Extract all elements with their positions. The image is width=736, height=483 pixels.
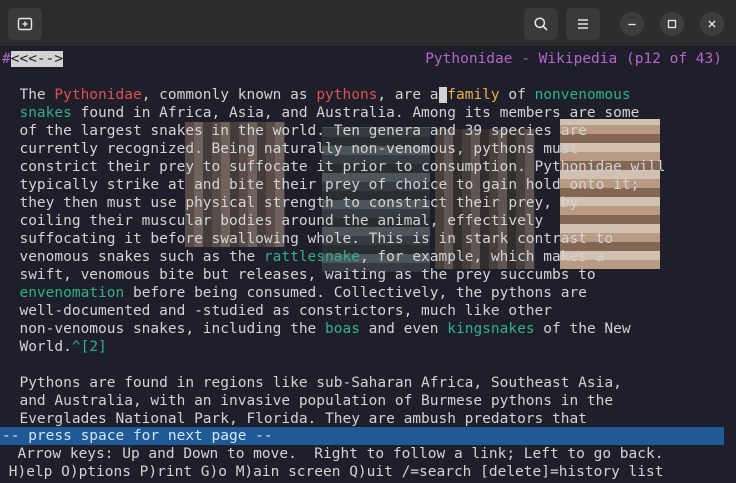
text-line: non-venomous snakes, including the boas … — [2, 320, 631, 338]
text-span: World. — [19, 339, 72, 355]
text-line: venomous snakes such as the rattlesnake,… — [2, 248, 604, 266]
text-span: they then must use physical strength to … — [19, 195, 579, 211]
new-tab-icon — [17, 17, 33, 31]
text-span: swift, venomous bite but releases, waiti… — [19, 267, 596, 283]
text-span: of the largest snakes in the world. Ten … — [19, 123, 587, 139]
text-line: envenomation before being consumed. Coll… — [2, 284, 587, 302]
terminal-cursor — [438, 87, 448, 103]
text-line: Everglades National Park, Florida. They … — [2, 410, 587, 428]
link-kingsnakes[interactable]: kingsnakes — [447, 321, 534, 337]
link-nonvenomous[interactable]: nonvenomous — [535, 87, 631, 103]
text-span: constrict their prey to suffocate it pri… — [19, 159, 666, 175]
text-line: well-documented and -studied as constric… — [2, 302, 552, 320]
link-family[interactable]: family — [447, 87, 499, 103]
text-line: typically strike at and bite their prey … — [2, 176, 639, 194]
search-icon — [534, 17, 548, 31]
menu-button[interactable] — [566, 8, 600, 40]
text-span: of — [499, 87, 535, 103]
link-envenomation[interactable]: envenomation — [19, 285, 124, 301]
text-span: of the New — [534, 321, 631, 337]
text-span: currently recognized. Being naturally no… — [19, 141, 579, 157]
hamburger-menu-icon — [578, 19, 588, 29]
text-span: coiling their muscular bodies around the… — [19, 213, 544, 229]
text-span: well-documented and -studied as constric… — [19, 303, 552, 319]
maximize-icon — [667, 19, 677, 29]
text-span: before being consumed. Collectively, the… — [124, 285, 587, 301]
nav-marker: #<<<--> — [2, 50, 64, 68]
text-span: Everglades National Park, Florida. They … — [19, 411, 587, 427]
text-span: , commonly known as — [141, 87, 317, 103]
text-span: Pythons are found in regions like sub-Sa… — [19, 375, 622, 391]
link-snakes[interactable]: snakes — [19, 105, 71, 121]
link-boas[interactable]: boas — [325, 321, 360, 337]
text-span: suffocating it before swallowing whole. … — [19, 231, 614, 247]
text-span: found in Africa, Asia, and Australia. Am… — [71, 105, 640, 121]
text-line: constrict their prey to suffocate it pri… — [2, 158, 665, 176]
page-title: Pythonidae - Wikipedia (p12 of 43) — [425, 51, 722, 67]
nav-marker-box: <<<--> — [10, 51, 64, 67]
help-line-1: Arrow keys: Up and Down to move. Right t… — [0, 446, 664, 462]
link-rattlesnake[interactable]: rattlesnake — [264, 249, 360, 265]
minimize-button[interactable] — [620, 12, 644, 36]
text-line: snakes found in Africa, Asia, and Austra… — [2, 104, 639, 122]
link-reference-2[interactable]: ^[2] — [72, 339, 107, 355]
window-headerbar — [0, 0, 736, 47]
maximize-button[interactable] — [660, 12, 684, 36]
text-line: currently recognized. Being naturally no… — [2, 140, 578, 158]
text-span: , for example, which makes a — [359, 249, 605, 265]
text-span: and Australia, with an invasive populati… — [19, 393, 614, 409]
new-tab-button[interactable] — [8, 8, 42, 40]
text-line: The Pythonidae, commonly known as python… — [2, 86, 631, 104]
text-span: The — [19, 87, 55, 103]
text-line: they then must use physical strength to … — [2, 194, 578, 212]
text-line: of the largest snakes in the world. Ten … — [2, 122, 587, 140]
help-line-2: H)elp O)ptions P)rint G)o M)ain screen Q… — [0, 464, 664, 480]
search-button[interactable] — [524, 8, 558, 40]
terminal-content[interactable]: #<<<--> Pythonidae - Wikipedia (p12 of 4… — [0, 47, 736, 483]
terminal-window: #<<<--> Pythonidae - Wikipedia (p12 of 4… — [0, 0, 736, 483]
text-line: swift, venomous bite but releases, waiti… — [2, 266, 596, 284]
close-button[interactable] — [700, 12, 724, 36]
text-span: venomous snakes such as the — [19, 249, 264, 265]
text-span: typically strike at and bite their prey … — [19, 177, 640, 193]
text-line: and Australia, with an invasive populati… — [2, 392, 613, 410]
text-span: , are a — [377, 87, 439, 103]
minimize-icon — [628, 23, 636, 26]
text-line: World.^[2] — [2, 338, 107, 356]
text-span: non-venomous snakes, including the — [19, 321, 326, 337]
close-icon — [708, 20, 716, 28]
text-line: coiling their muscular bodies around the… — [2, 212, 543, 230]
link-pythonidae[interactable]: Pythonidae — [54, 87, 141, 103]
text-line: suffocating it before swallowing whole. … — [2, 230, 613, 248]
text-span: and even — [359, 321, 448, 337]
pager-status-bar: -- press space for next page -- — [0, 427, 724, 445]
link-pythons[interactable]: pythons — [316, 87, 377, 103]
text-line: Pythons are found in regions like sub-Sa… — [2, 374, 622, 392]
nav-marker-prefix: # — [2, 51, 11, 67]
